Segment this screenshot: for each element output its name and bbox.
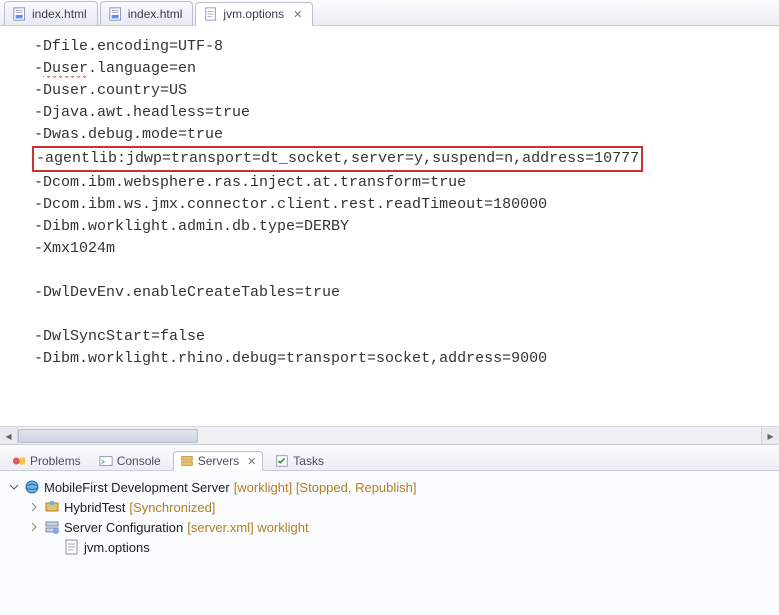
editor-line: -Xmx1024m: [34, 238, 771, 260]
node-label: Server Configuration: [64, 520, 183, 535]
horizontal-scrollbar[interactable]: ◂ ▸: [0, 426, 779, 444]
servers-tree[interactable]: MobileFirst Development Server [workligh…: [0, 471, 779, 615]
node-decoration: [server.xml] worklight: [187, 520, 308, 535]
editor-tab-2[interactable]: jvm.options ✕: [195, 2, 313, 26]
editor-tab-0[interactable]: index.html: [4, 1, 98, 25]
file-icon: [204, 7, 218, 21]
node-label: jvm.options: [84, 540, 150, 555]
scroll-track[interactable]: [18, 427, 761, 444]
tasks-icon: [275, 454, 289, 468]
view-tab-problems[interactable]: Problems: [6, 452, 87, 470]
console-icon: [99, 454, 113, 468]
server-root-node[interactable]: MobileFirst Development Server [workligh…: [4, 477, 775, 497]
editor-line: [34, 260, 771, 282]
tree-expander-icon[interactable]: [28, 501, 40, 513]
config-icon: [44, 519, 60, 535]
tree-expander-icon[interactable]: [28, 521, 40, 533]
view-tab-label: Problems: [30, 454, 81, 468]
editor-line: -Duser.language=en: [34, 58, 771, 80]
editor-line: -DwlSyncStart=false: [34, 326, 771, 348]
view-tab-bar: Problems Console Servers ✕ Tasks: [0, 445, 779, 471]
tab-label: jvm.options: [223, 7, 284, 21]
node-decoration: [Synchronized]: [129, 500, 215, 515]
view-tab-servers[interactable]: Servers ✕: [173, 451, 264, 471]
editor-line: -Dfile.encoding=UTF-8: [34, 36, 771, 58]
editor-tab-1[interactable]: index.html: [100, 1, 194, 25]
tree-expander-icon[interactable]: [8, 481, 20, 493]
server-icon: [24, 479, 40, 495]
scroll-right-arrow[interactable]: ▸: [761, 427, 779, 445]
node-label: MobileFirst Development Server: [44, 480, 230, 495]
editor-line: -Dibm.worklight.rhino.debug=transport=so…: [34, 348, 771, 370]
view-tab-label: Console: [117, 454, 161, 468]
tree-spacer: [48, 541, 60, 553]
view-tab-label: Servers: [198, 454, 239, 468]
editor-line: -agentlib:jdwp=transport=dt_socket,serve…: [34, 146, 771, 172]
editor-line: -Dibm.worklight.admin.db.type=DERBY: [34, 216, 771, 238]
editor-line: -Djava.awt.headless=true: [34, 102, 771, 124]
txt-icon: [64, 539, 80, 555]
node-decoration: [worklight] [Stopped, Republish]: [234, 480, 417, 495]
module-icon: [44, 499, 60, 515]
tree-node-1[interactable]: Server Configuration [server.xml] workli…: [4, 517, 775, 537]
tab-label: index.html: [128, 7, 183, 21]
editor-line: -Dcom.ibm.ws.jmx.connector.client.rest.r…: [34, 194, 771, 216]
scroll-thumb[interactable]: [18, 429, 198, 443]
views-panel: Problems Console Servers ✕ Tasks MobileFirst…: [0, 445, 779, 615]
close-icon[interactable]: ✕: [247, 455, 256, 468]
problems-icon: [12, 454, 26, 468]
editor-tab-bar: index.html index.html jvm.options ✕: [0, 0, 779, 26]
editor-area: -Dfile.encoding=UTF-8-Duser.language=en-…: [0, 26, 779, 445]
tab-label: index.html: [32, 7, 87, 21]
close-icon[interactable]: ✕: [293, 8, 302, 21]
editor-line: -Duser.country=US: [34, 80, 771, 102]
view-tab-tasks[interactable]: Tasks: [269, 452, 330, 470]
editor-line: [34, 304, 771, 326]
editor-line: -Dcom.ibm.websphere.ras.inject.at.transf…: [34, 172, 771, 194]
text-editor[interactable]: -Dfile.encoding=UTF-8-Duser.language=en-…: [0, 26, 779, 378]
tree-node-0[interactable]: HybridTest [Synchronized]: [4, 497, 775, 517]
view-tab-console[interactable]: Console: [93, 452, 167, 470]
view-tab-label: Tasks: [293, 454, 324, 468]
node-label: HybridTest: [64, 500, 125, 515]
tree-node-2[interactable]: jvm.options: [4, 537, 775, 557]
servers-icon: [180, 454, 194, 468]
editor-line: -DwlDevEnv.enableCreateTables=true: [34, 282, 771, 304]
editor-line: -Dwas.debug.mode=true: [34, 124, 771, 146]
scroll-left-arrow[interactable]: ◂: [0, 427, 18, 445]
file-icon: [109, 7, 123, 21]
file-icon: [13, 7, 27, 21]
